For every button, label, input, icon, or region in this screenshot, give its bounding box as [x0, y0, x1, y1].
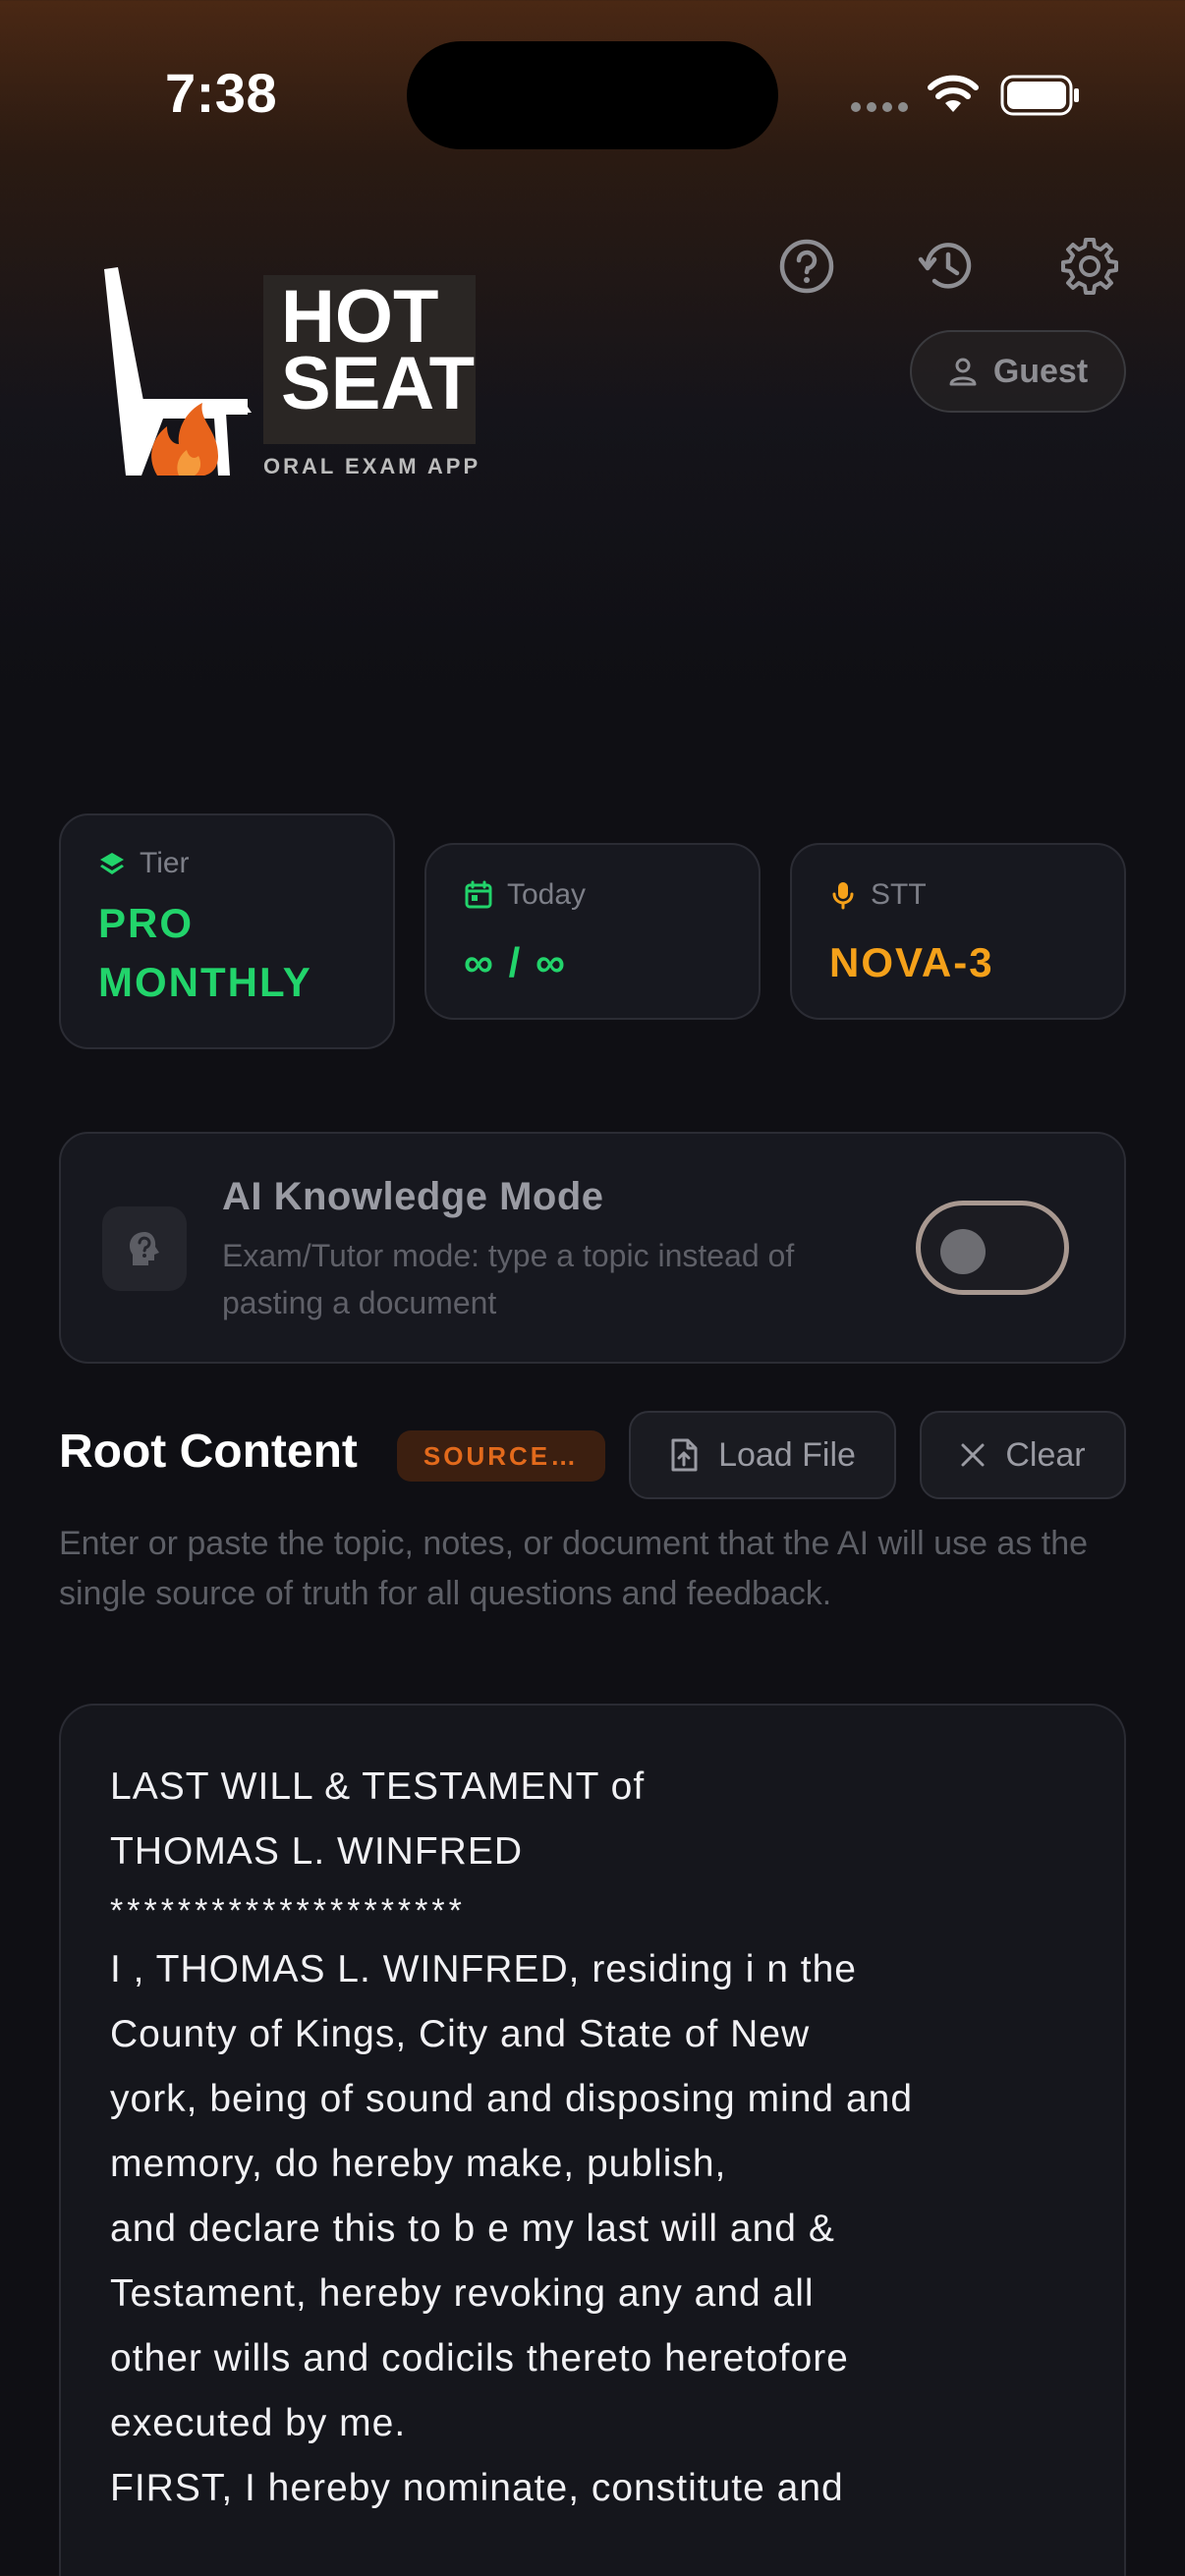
ai-mode-title: AI Knowledge Mode [222, 1175, 604, 1218]
layers-icon [100, 853, 124, 874]
document-line: County of Kings, City and State of New [110, 2013, 811, 2055]
today-card: Today ∞ / ∞ [424, 843, 761, 1020]
microphone-icon [832, 882, 854, 910]
stt-value: NOVA-3 [829, 939, 994, 985]
dynamic-island [407, 41, 778, 149]
status-time: 7:38 [165, 62, 278, 124]
history-icon [918, 243, 972, 289]
wifi-icon [928, 75, 979, 112]
history-button[interactable] [914, 232, 983, 301]
logo-line2: SEAT [281, 342, 476, 425]
file-upload-icon [671, 1438, 698, 1472]
document-line: THOMAS L. WINFRED [110, 1830, 524, 1873]
document-line: Testament, hereby revoking any and all [110, 2272, 815, 2315]
head-question-icon [130, 1232, 159, 1265]
load-file-label: Load File [718, 1435, 856, 1474]
hot-seat-logo: HOT SEAT ORAL EXAM APP [96, 263, 489, 491]
stt-label: STT [871, 878, 927, 911]
ai-mode-toggle[interactable] [916, 1201, 1069, 1295]
document-line: FIRST, I hereby nominate, constitute and [110, 2467, 844, 2509]
tier-value-line2: MONTHLY [98, 959, 312, 1005]
help-button[interactable] [772, 232, 841, 301]
source-badge: SOURCE… [397, 1430, 605, 1482]
ai-mode-icon-box [102, 1206, 187, 1291]
guest-label: Guest [992, 352, 1089, 390]
gear-icon [1061, 238, 1118, 295]
document-line: memory, do hereby make, publish, [110, 2143, 727, 2185]
document-line: executed by me. [110, 2402, 407, 2444]
stt-card: STT NOVA-3 [790, 843, 1126, 1020]
document-line: ********************* [110, 1892, 466, 1930]
question-circle-icon [779, 239, 834, 294]
document-line: and declare this to b e my last will and… [110, 2208, 835, 2250]
document-line: york, being of sound and disposing mind … [110, 2078, 914, 2120]
cellular-signal-icon [851, 102, 910, 114]
ai-mode-description: Exam/Tutor mode: type a topic instead of… [222, 1238, 795, 1320]
tier-value-line1: PRO [98, 900, 195, 946]
close-icon [961, 1443, 985, 1467]
document-line: I , THOMAS L. WINFRED, residing i n the [110, 1948, 857, 1990]
today-label: Today [507, 878, 587, 911]
root-content-title: Root Content [59, 1426, 358, 1478]
document-line: other wills and codicils thereto heretof… [110, 2337, 849, 2380]
settings-button[interactable] [1055, 232, 1124, 301]
guest-account-button[interactable]: Guest [910, 330, 1126, 413]
user-icon [949, 358, 977, 386]
root-content-text: LAST WILL & TESTAMENT of THOMAS L. WINFR… [110, 1755, 1093, 2521]
load-file-button[interactable]: Load File [629, 1411, 896, 1499]
logo-tagline: ORAL EXAM APP [263, 454, 481, 478]
calendar-icon [465, 880, 492, 909]
today-value: ∞ / ∞ [464, 939, 567, 985]
battery-icon [1000, 75, 1079, 116]
document-line: LAST WILL & TESTAMENT of [110, 1765, 646, 1808]
clear-button[interactable]: Clear [920, 1411, 1126, 1499]
tier-card: Tier PRO MONTHLY [59, 813, 395, 1049]
tier-label: Tier [140, 847, 190, 879]
clear-label: Clear [1005, 1435, 1086, 1474]
toggle-knob [940, 1229, 986, 1274]
root-content-description: Enter or paste the topic, notes, or docu… [59, 1525, 1089, 1612]
